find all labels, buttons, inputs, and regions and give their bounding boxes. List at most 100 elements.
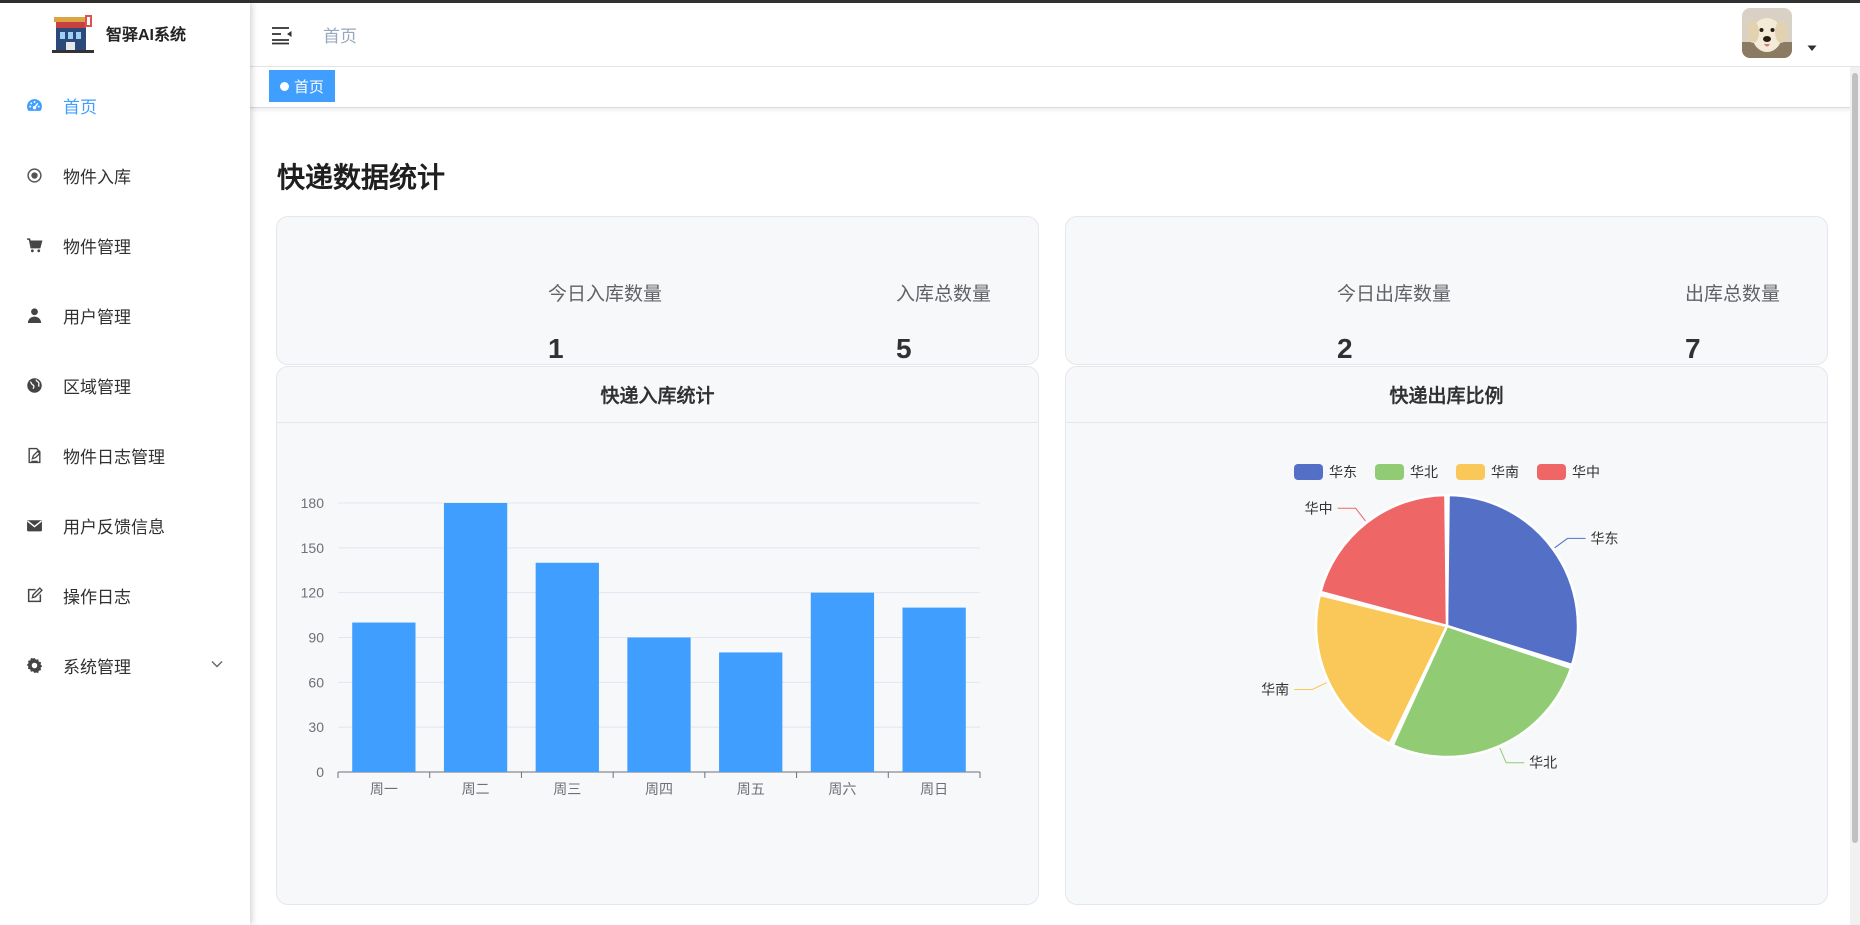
brand[interactable]: 智驿AI系统	[0, 3, 250, 63]
sidebar-item-items[interactable]: 物件管理	[0, 210, 250, 280]
legend-label: 华北	[1410, 464, 1438, 480]
pie-label: 华南	[1261, 681, 1289, 697]
avatar[interactable]	[1742, 8, 1792, 58]
dog-avatar-icon	[1742, 8, 1792, 58]
x-tick-label: 周六	[828, 781, 856, 797]
pie-label: 华北	[1529, 755, 1557, 771]
sidebar-item-label: 物件日志管理	[63, 447, 165, 467]
x-tick-label: 周三	[553, 781, 581, 797]
breadcrumb[interactable]: 首页	[323, 22, 357, 47]
tag-home[interactable]: 首页	[269, 70, 336, 102]
inbound-stats-card: 今日入库数量 1 入库总数量 5	[276, 216, 1039, 365]
mail-icon	[24, 515, 44, 535]
x-tick-label: 周日	[920, 781, 948, 797]
pie-chart-card: 快递出库比例 华东 华北 华南 华中 华东 华北 华南 华中	[1065, 366, 1828, 905]
tags-view: 首页	[250, 67, 1860, 108]
pie-leader-line	[1499, 747, 1525, 764]
top-navbar: 首页	[250, 3, 1860, 67]
y-tick-label: 0	[316, 764, 324, 780]
pie-leader-line	[1554, 537, 1586, 549]
shopping-cart-icon	[24, 235, 44, 255]
bar	[902, 607, 966, 772]
radio-circle-icon	[24, 165, 44, 185]
legend-swatch	[1375, 464, 1404, 480]
sidebar-menu: 首页 物件入库 物件管理 用户管理 区域管理 物件日志管理 用户反馈信息 操作日…	[0, 70, 250, 700]
total-outbound-label: 出库总数量	[1685, 284, 1781, 305]
y-tick-label: 120	[301, 585, 325, 601]
sidebar-item-users[interactable]: 用户管理	[0, 280, 250, 350]
today-outbound-label: 今日出库数量	[1337, 284, 1452, 305]
app-title: 智驿AI系统	[106, 27, 187, 44]
x-tick-label: 周五	[737, 781, 765, 797]
total-inbound-label: 入库总数量	[896, 284, 992, 305]
y-tick-label: 90	[308, 630, 324, 646]
pie-leader-line	[1294, 682, 1327, 690]
tag-active-dot	[280, 81, 289, 91]
sidebar-item-inbound[interactable]: 物件入库	[0, 140, 250, 210]
sidebar-item-label: 操作日志	[63, 587, 131, 607]
dashboard-icon	[24, 95, 44, 115]
legend-swatch	[1537, 464, 1566, 480]
pie-label: 华东	[1591, 530, 1619, 546]
user-icon	[24, 305, 44, 325]
sidebar-item-regions[interactable]: 区域管理	[0, 350, 250, 420]
total-outbound-value: 7	[1685, 333, 1701, 364]
pie-label: 华中	[1305, 500, 1333, 516]
gear-icon	[24, 655, 44, 675]
bar	[352, 622, 416, 772]
sidebar-item-label: 首页	[63, 97, 97, 117]
x-tick-label: 周四	[645, 781, 673, 797]
menu-toggle-icon[interactable]	[271, 25, 293, 45]
today-inbound-value: 1	[548, 333, 564, 364]
page-scrollbar[interactable]	[1850, 67, 1860, 925]
tag-label: 首页	[294, 78, 325, 96]
legend-label: 华南	[1491, 464, 1519, 480]
sidebar-item-label: 物件管理	[63, 237, 131, 257]
edit-document-icon	[24, 445, 44, 465]
bar	[810, 592, 875, 772]
globe-icon	[24, 375, 44, 395]
bar-chart-card: 快递入库统计 0 30 60 90 120 150 180 周一 周二 周三 周四 周五 周六 周日	[276, 366, 1039, 905]
sidebar-item-operation-logs[interactable]: 操作日志	[0, 560, 250, 630]
sidebar-item-item-logs[interactable]: 物件日志管理	[0, 420, 250, 490]
caret-down-icon	[1807, 45, 1817, 51]
total-inbound-value: 5	[896, 333, 912, 364]
today-inbound-label: 今日入库数量	[548, 284, 663, 305]
today-outbound-value: 2	[1337, 333, 1353, 364]
bar-chart-title: 快递入库统计	[277, 367, 1038, 423]
outbound-pie-chart: 华东 华北 华南 华中华东华北华南华中	[1261, 464, 1619, 771]
scrollbar-thumb[interactable]	[1852, 73, 1858, 843]
pie-chart-title: 快递出库比例	[1066, 367, 1827, 423]
y-tick-label: 30	[308, 719, 324, 735]
bar	[443, 503, 508, 772]
pie-leader-line	[1337, 507, 1366, 522]
inbound-bar-chart: 0 30 60 90 120 150 180 周一 周二 周三 周四 周五 周六 周日	[301, 495, 981, 797]
legend-label: 华东	[1329, 464, 1357, 480]
legend-label: 华中	[1572, 464, 1600, 480]
sidebar-item-label: 系统管理	[63, 657, 131, 677]
bar	[535, 562, 599, 772]
sidebar-item-feedback[interactable]: 用户反馈信息	[0, 490, 250, 560]
legend-swatch	[1294, 464, 1323, 480]
x-tick-label: 周一	[370, 781, 398, 797]
sidebar-item-label: 物件入库	[63, 167, 131, 187]
edit-icon	[24, 585, 44, 605]
user-avatar-dropdown[interactable]	[1742, 8, 1818, 58]
y-tick-label: 150	[301, 540, 325, 556]
y-tick-label: 60	[308, 674, 324, 690]
bar	[719, 652, 783, 772]
sidebar-item-label: 用户管理	[63, 307, 131, 327]
x-tick-label: 周二	[462, 781, 490, 797]
sidebar-item-label: 用户反馈信息	[63, 517, 165, 537]
sidebar-item-label: 区域管理	[63, 377, 131, 397]
sidebar: 智驿AI系统 首页 物件入库 物件管理 用户管理 区域管理 物件日志管理 用户反…	[0, 3, 250, 925]
outbound-stats-card: 今日出库数量 2 出库总数量 7	[1065, 216, 1828, 365]
bar	[627, 637, 691, 772]
chevron-down-icon	[211, 661, 223, 668]
legend-swatch	[1456, 464, 1485, 480]
page-title: 快递数据统计	[277, 162, 446, 193]
sidebar-item-system[interactable]: 系统管理	[0, 630, 250, 700]
y-tick-label: 180	[301, 495, 325, 511]
app-logo-icon	[52, 15, 94, 53]
sidebar-item-home[interactable]: 首页	[0, 70, 250, 140]
